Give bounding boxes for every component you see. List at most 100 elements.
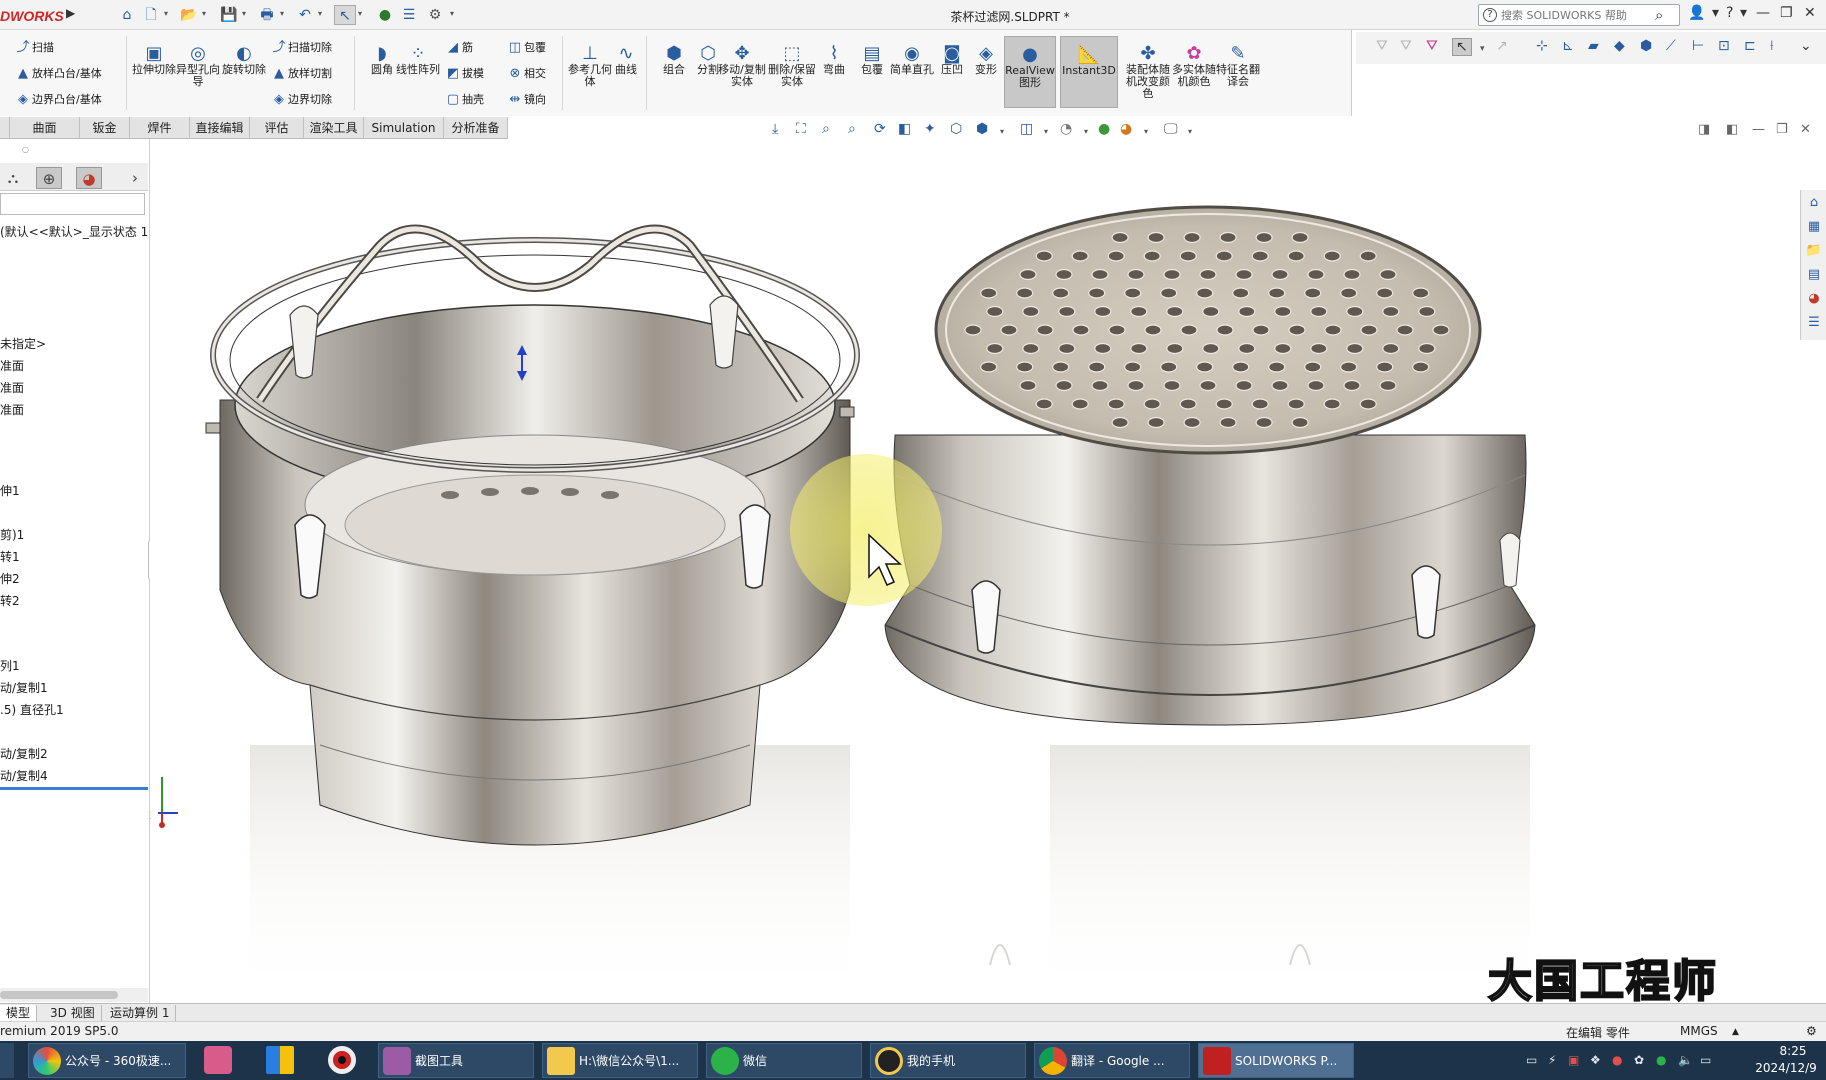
undo-icon[interactable]: ↶ (294, 5, 316, 25)
curves-button[interactable]: ∿ 曲线 (600, 44, 652, 76)
tree-item-revolve2[interactable]: 转2 (0, 592, 20, 609)
taskbar-item-solidworks[interactable]: SOLIDWORKS P... (1198, 1043, 1354, 1078)
view-settings-dropdown-icon[interactable]: ▾ (1188, 127, 1192, 136)
tree-item-material[interactable]: 未指定> (0, 335, 46, 352)
display-style-icon[interactable]: ⬢ (976, 121, 988, 137)
scene-dropdown-icon[interactable]: ▾ (1144, 127, 1148, 136)
solidworks-resources-icon[interactable]: ⌂ (1805, 194, 1823, 212)
previous-view-icon[interactable]: ⤓ (772, 121, 778, 137)
graphics-area[interactable]: Z (150, 145, 1800, 1003)
zoom-area-icon[interactable]: ⌕ (822, 121, 830, 137)
shell-button[interactable]: ▢ 抽壳 (444, 90, 484, 110)
revolved-cut-button[interactable]: ◐ 旋转切除 (218, 44, 270, 76)
swept-cut-button[interactable]: ⤴ 扫描切除 (270, 38, 332, 58)
tray-dropbox-icon[interactable]: ❖ (1590, 1053, 1601, 1067)
file-properties-icon[interactable]: ☰ (398, 5, 420, 25)
taskbar-item-snipping-tool[interactable]: 截图工具 (378, 1043, 534, 1078)
tab-analysis-preparation[interactable]: 分析准备 (444, 117, 508, 139)
file-explorer-icon[interactable]: 📁 (1805, 242, 1823, 260)
tab-hidden[interactable] (0, 117, 10, 139)
more-tabs-icon[interactable]: › (126, 167, 144, 189)
linear-pattern-button[interactable]: ⁘ 线性阵列 (392, 44, 444, 76)
filter-face-icon[interactable]: ▰ (1588, 38, 1599, 54)
options-gear-icon[interactable]: ⚙ (424, 5, 446, 25)
customize-status-icon[interactable]: ⚙ (1806, 1024, 1817, 1038)
save-icon[interactable]: 💾 (218, 5, 240, 25)
view-orientation-icon[interactable]: ⬡ (950, 121, 962, 137)
right-strainer-cap-model[interactable] (884, 205, 1536, 726)
print-icon[interactable]: 🖶 (256, 5, 278, 25)
taskbar-item-browser[interactable]: 公众号 - 360极速... (28, 1043, 186, 1078)
taskbar-item-chrome-translate[interactable]: 翻译 - Google ... (1034, 1043, 1190, 1078)
taskbar-clock-date[interactable]: 2024/12/9 (1746, 1061, 1826, 1075)
tab-3d-views[interactable]: 3D 视图 (44, 1005, 102, 1021)
home-icon[interactable]: ⌂ (116, 5, 138, 25)
help-dropdown-icon[interactable]: ▾ (1740, 5, 1747, 21)
tab-surfaces[interactable]: 曲面 (10, 117, 80, 139)
new-document-icon[interactable]: 🗋 (140, 5, 162, 25)
wrap-button[interactable]: ◫ 包覆 (506, 38, 546, 58)
filter-vertex-icon[interactable]: ⊹ (1536, 38, 1548, 54)
feature-name-translate-button[interactable]: ✎ 特征名翻译会 (1212, 44, 1264, 88)
units-dropdown-icon[interactable]: ▲ (1732, 1027, 1739, 1037)
mirror-button[interactable]: ⇹ 镜向 (506, 90, 546, 110)
lofted-cut-button[interactable]: ▲ 放样切割 (270, 64, 332, 84)
help-icon[interactable]: ? (1726, 5, 1733, 21)
apply-scene-icon[interactable]: ● (1098, 121, 1110, 137)
design-library-icon[interactable]: ▦ (1805, 218, 1823, 236)
appearances-icon[interactable]: ◕ (1805, 290, 1823, 308)
view-palette-icon[interactable]: ▤ (1805, 266, 1823, 284)
taskbar-item-folder[interactable]: H:\微信公众号\1... (542, 1043, 698, 1078)
tree-item-right-plane[interactable]: 准面 (0, 401, 24, 418)
options-dropdown-icon[interactable]: ▾ (450, 9, 454, 18)
tile-left-icon[interactable]: ◨ (1698, 122, 1710, 137)
minimize-window-icon[interactable]: — (1756, 5, 1770, 21)
hide-show-dropdown-icon[interactable]: ▾ (1044, 127, 1048, 136)
tree-item-move-copy1[interactable]: 动/复制1 (0, 679, 48, 696)
tree-item-revolve1[interactable]: 转1 (0, 548, 20, 565)
view-settings-icon[interactable]: 🖵 (1164, 121, 1178, 137)
filter-dimension-icon[interactable]: ⊢ (1692, 38, 1704, 54)
filter-note-icon[interactable]: ⊡ (1718, 38, 1730, 54)
tab-direct-editing[interactable]: 直接编辑 (190, 117, 250, 139)
filter-sketch-icon[interactable]: ⟋ (1666, 38, 1676, 54)
tree-root-config[interactable]: (默认<<默认>_显示状态 1 (0, 223, 148, 240)
boundary-boss-button[interactable]: ◈ 边界凸台/基体 (14, 90, 102, 110)
collapse-toolbar-icon[interactable]: ⌄ (1800, 38, 1812, 54)
assembly-random-color-button[interactable]: ✤ 装配体随机改变颜色 (1122, 44, 1174, 100)
doc-minimize-icon[interactable]: — (1752, 122, 1765, 137)
tray-speaker-icon[interactable]: 🔈 (1678, 1053, 1693, 1067)
display-manager-tab-icon[interactable]: ◕ (76, 167, 102, 189)
tree-item-top-plane[interactable]: 准面 (0, 379, 24, 396)
zoom-to-fit-icon[interactable]: ⛶ (796, 121, 806, 137)
save-dropdown-icon[interactable]: ▾ (242, 9, 246, 18)
display-style-dropdown-icon[interactable]: ▾ (1000, 127, 1004, 136)
scene-icon[interactable]: ◕ (1120, 121, 1132, 137)
taskbar-item-qq-phone[interactable]: 我的手机 (870, 1043, 1026, 1078)
filter-plane-icon[interactable]: ⊏ (1744, 38, 1756, 54)
appearance-dropdown-icon[interactable]: ▾ (1084, 127, 1088, 136)
doc-close-icon[interactable]: ✕ (1800, 122, 1811, 137)
open-dropdown-icon[interactable]: ▾ (202, 9, 206, 18)
filter-body-icon[interactable]: ⬢ (1640, 38, 1652, 54)
rollback-bar[interactable] (0, 787, 148, 790)
select-dropdown-icon[interactable]: ▾ (1480, 44, 1485, 54)
help-search-input[interactable] (1501, 7, 1651, 23)
menu-expand-icon[interactable]: ▶ (66, 6, 75, 20)
hide-show-icon[interactable]: ◫ (1020, 121, 1033, 137)
tree-item-pattern1[interactable]: 列1 (0, 657, 20, 674)
select-dropdown-icon[interactable]: ▾ (358, 9, 362, 18)
tree-filter-input[interactable] (0, 193, 145, 215)
tray-network-share-icon[interactable]: ▭ (1526, 1053, 1537, 1067)
tree-item-move-copy2[interactable]: 动/复制2 (0, 745, 48, 762)
tab-simulation[interactable]: Simulation (364, 117, 444, 139)
filter-clear-icon[interactable]: ⛛ (1400, 38, 1412, 54)
sweep-boss-button[interactable]: ⤴ 扫描 (14, 38, 54, 58)
section-view-icon[interactable]: ◧ (898, 121, 911, 137)
move-copy-body-button[interactable]: ✥ 移动/复制实体 (716, 44, 768, 88)
tree-scroll-thumb[interactable] (0, 991, 118, 999)
tab-evaluate[interactable]: 评估 (250, 117, 304, 139)
taskbar-item-photos[interactable] (200, 1043, 240, 1078)
rotate-view-icon[interactable]: ⟳ (874, 121, 886, 137)
property-manager-tab-icon[interactable]: ⊕ (36, 167, 62, 189)
